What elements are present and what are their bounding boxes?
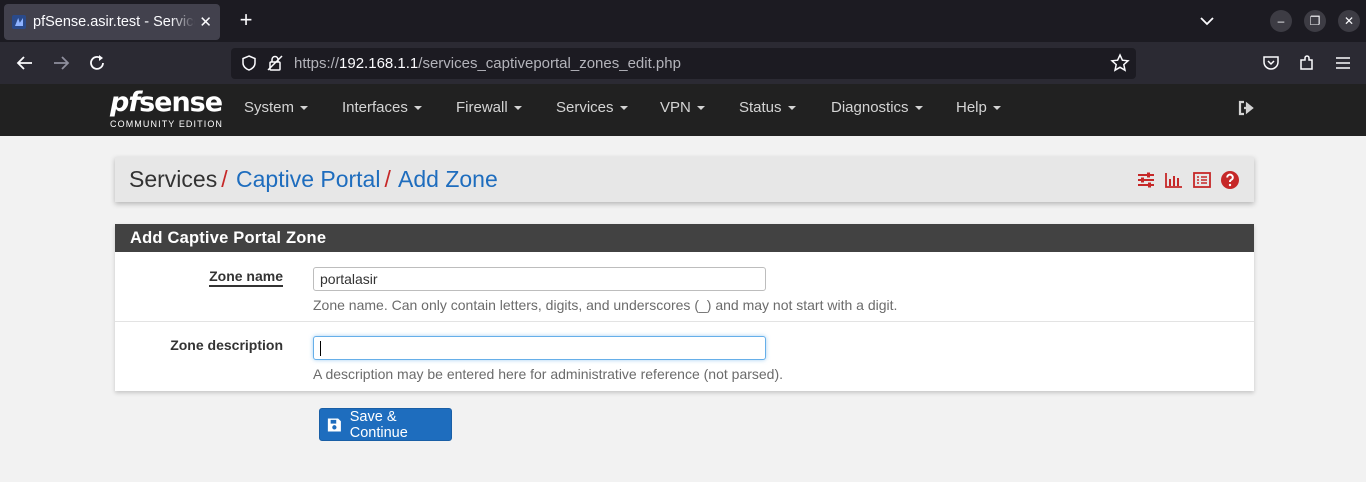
list-all-tabs-chevron-icon[interactable]	[1196, 10, 1218, 32]
pfsense-logo[interactable]: pfsense COMMUNITY EDITION	[110, 87, 224, 130]
text-caret	[320, 341, 321, 356]
menu-system[interactable]: System	[244, 99, 308, 116]
logo-edition: COMMUNITY EDITION	[110, 119, 224, 129]
extensions-puzzle-icon[interactable]	[1297, 53, 1317, 73]
forward-arrow-icon[interactable]	[50, 52, 72, 74]
browser-tab-title: pfSense.asir.test - Services: Captive Po…	[33, 14, 195, 30]
log-list-icon[interactable]	[1192, 170, 1212, 190]
tracking-shield-icon[interactable]	[240, 54, 258, 72]
logo-prefix: pf	[110, 87, 140, 118]
breadcrumb-add-zone[interactable]: Add Zone	[398, 166, 498, 193]
window-close-button[interactable]: ✕	[1338, 10, 1360, 32]
breadcrumb-services: Services /	[129, 166, 228, 192]
help-question-icon[interactable]	[1220, 170, 1240, 190]
menu-interfaces[interactable]: Interfaces	[342, 99, 422, 116]
window-minimize-button[interactable]: –	[1270, 10, 1292, 32]
menu-diagnostics[interactable]: Diagnostics	[831, 99, 923, 116]
menu-vpn[interactable]: VPN	[660, 99, 705, 116]
window-restore-button[interactable]: ❐	[1304, 10, 1326, 32]
zone-name-input[interactable]	[313, 267, 766, 291]
logout-icon[interactable]	[1236, 98, 1256, 118]
menu-status[interactable]: Status	[739, 99, 796, 116]
zone-name-label: Zone name	[209, 268, 283, 287]
tab-close-icon[interactable]: ✕	[199, 13, 212, 31]
hamburger-menu-icon[interactable]	[1333, 53, 1353, 73]
breadcrumb-captive-portal[interactable]: Captive Portal /	[236, 166, 391, 193]
insecure-lock-icon[interactable]	[266, 54, 284, 72]
menu-services[interactable]: Services	[556, 99, 628, 116]
menu-help[interactable]: Help	[956, 99, 1001, 116]
panel-title: Add Captive Portal Zone	[130, 229, 327, 247]
pocket-icon[interactable]	[1261, 53, 1281, 73]
address-url[interactable]: https://192.168.1.1/services_captiveport…	[294, 55, 681, 72]
url-scheme: https://	[294, 55, 340, 72]
back-arrow-icon[interactable]	[14, 52, 36, 74]
new-tab-button[interactable]: +	[236, 9, 256, 33]
save-continue-button[interactable]: Save & Continue	[319, 408, 452, 441]
zone-description-input[interactable]	[313, 336, 766, 360]
sliders-settings-icon[interactable]	[1136, 170, 1156, 190]
url-path: /services_captiveportal_zones_edit.php	[418, 55, 681, 72]
breadcrumb-separator: /	[384, 166, 391, 192]
zone-description-label: Zone description	[170, 337, 283, 353]
bookmark-star-icon[interactable]	[1110, 53, 1130, 73]
form-row-divider	[115, 321, 1254, 322]
save-continue-label: Save & Continue	[349, 408, 408, 441]
url-host: 192.168.1.1	[339, 55, 419, 72]
logo-main-text: sense	[139, 87, 223, 118]
save-disk-icon	[327, 417, 341, 432]
browser-tab[interactable]: pfSense.asir.test - Services: Captive Po…	[4, 4, 220, 40]
reload-icon[interactable]	[86, 52, 108, 74]
zone-name-help: Zone name. Can only contain letters, dig…	[313, 297, 898, 313]
menu-firewall[interactable]: Firewall	[456, 99, 522, 116]
bar-chart-icon[interactable]	[1164, 170, 1184, 190]
breadcrumb-separator: /	[221, 166, 228, 192]
zone-description-help: A description may be entered here for ad…	[313, 366, 784, 382]
pfsense-favicon-icon	[12, 15, 26, 29]
